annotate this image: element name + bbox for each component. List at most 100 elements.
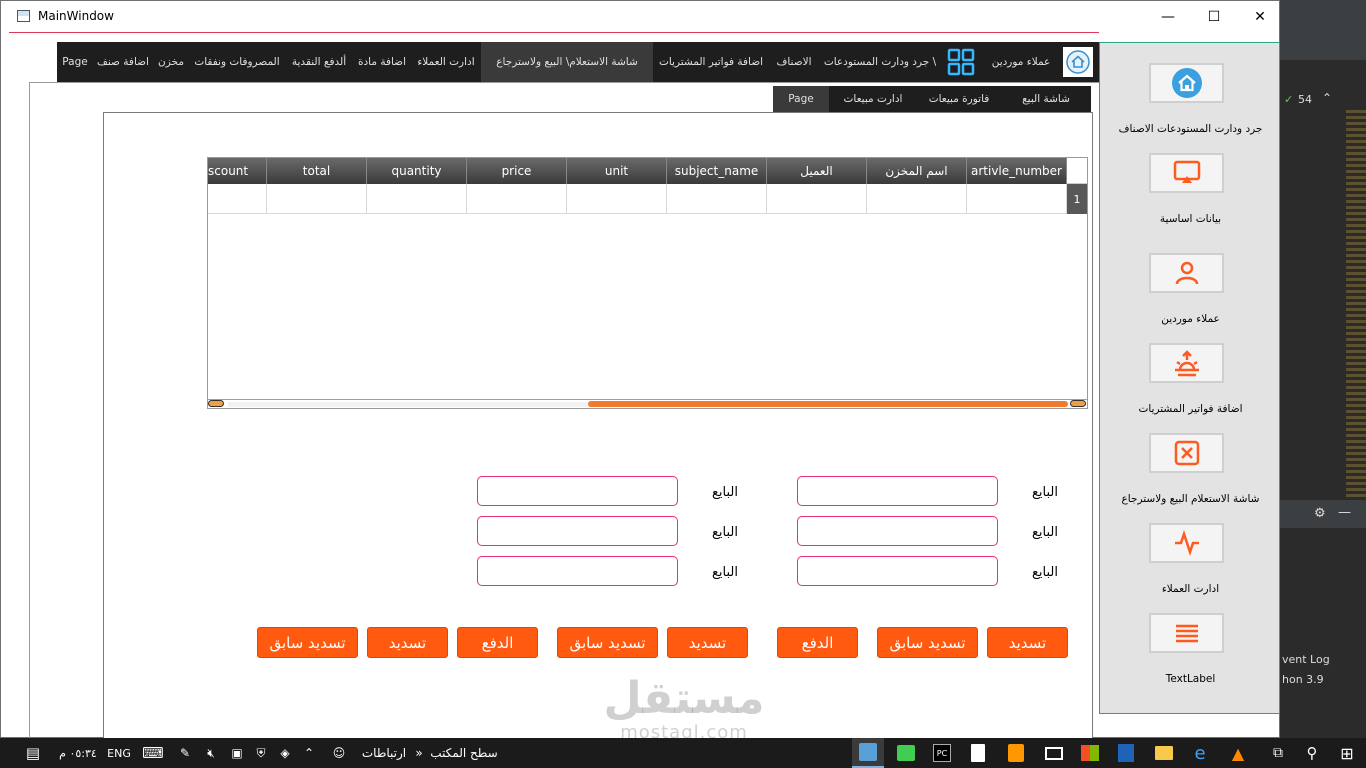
row-header[interactable]: 1: [1067, 184, 1087, 214]
sidebar-button-customer-management[interactable]: [1149, 523, 1224, 563]
tab-customers-suppliers[interactable]: عملاء موردين: [981, 42, 1061, 82]
tab-customer-management[interactable]: ادارت العملاء: [411, 42, 481, 82]
table-cell[interactable]: [667, 184, 767, 214]
start-icon[interactable]: ⊞: [1330, 738, 1364, 768]
tab-purchase-invoices[interactable]: اضافة فواتير المشتريات: [653, 42, 769, 82]
table-cell[interactable]: [967, 184, 1067, 214]
taskbar-app-pycharm[interactable]: PC: [926, 738, 958, 768]
sidebar-button-basic-data[interactable]: [1149, 153, 1224, 193]
ide-event-log[interactable]: vent Log: [1282, 653, 1330, 666]
language-indicator[interactable]: ENG: [104, 738, 134, 768]
payment-button[interactable]: الدفع: [457, 627, 538, 658]
subtab-sales-management[interactable]: ادارت مبيعات: [829, 86, 917, 112]
task-view-icon[interactable]: ⧉: [1262, 738, 1294, 768]
tab-home[interactable]: [1061, 42, 1095, 82]
sidebar-button-inventory[interactable]: [1149, 63, 1224, 103]
sidebar-button-purchase[interactable]: [1149, 343, 1224, 383]
chevron-up-icon[interactable]: ⌃: [298, 738, 320, 768]
table-header[interactable]: price: [467, 158, 567, 184]
tab-categories[interactable]: الاصناف: [769, 42, 819, 82]
seller-input[interactable]: [477, 476, 678, 506]
maximize-button[interactable]: ☐: [1191, 1, 1237, 32]
seller-input[interactable]: [797, 516, 998, 546]
people-icon[interactable]: ☺: [328, 738, 350, 768]
table-corner[interactable]: [1067, 158, 1087, 184]
table-cell[interactable]: [567, 184, 667, 214]
table-cell[interactable]: [867, 184, 967, 214]
subtab-sales-screen[interactable]: شاشة البيع: [1001, 86, 1091, 112]
vlc-icon[interactable]: ▲: [1222, 738, 1254, 768]
sidebar-button-sales[interactable]: [1149, 433, 1224, 473]
pen-icon[interactable]: ✎: [174, 738, 196, 768]
table-cell[interactable]: [208, 184, 267, 214]
tab-warehouse[interactable]: مخزن: [153, 42, 189, 82]
subtab-page[interactable]: Page: [773, 86, 829, 112]
taskbar-app-qt-creator[interactable]: [890, 738, 922, 768]
tab-grid[interactable]: [941, 42, 981, 82]
pay-off-button[interactable]: تسديد: [667, 627, 748, 658]
pay-off-button[interactable]: تسديد: [367, 627, 448, 658]
keyboard-icon[interactable]: ⌨: [140, 738, 166, 768]
chevron-icon[interactable]: »: [412, 738, 426, 768]
search-icon[interactable]: ⚲: [1296, 738, 1328, 768]
scroll-left-button[interactable]: [208, 400, 224, 407]
desktop-toolbar[interactable]: سطح المكتب: [428, 738, 500, 768]
taskbar-app-qt-designer[interactable]: [852, 738, 884, 768]
table-cell[interactable]: [367, 184, 467, 214]
taskbar-app-store[interactable]: [1074, 738, 1106, 768]
seller-input[interactable]: [477, 516, 678, 546]
notification-icon[interactable]: ▤: [22, 738, 44, 768]
tab-page[interactable]: Page: [57, 42, 93, 82]
seller-input[interactable]: [477, 556, 678, 586]
background-ide-window: ✓ 54 ⌃ ⚙ — vent Log hon 3.9: [1280, 0, 1366, 738]
table-cell[interactable]: [467, 184, 567, 214]
subtab-sales-invoice[interactable]: فاتورة مبيعات: [917, 86, 1001, 112]
taskbar-app-mail[interactable]: [1038, 738, 1070, 768]
edge-icon[interactable]: e: [1184, 738, 1216, 768]
ide-python-version[interactable]: hon 3.9: [1282, 673, 1324, 686]
tab-expenses[interactable]: المصروفات ونفقات: [189, 42, 285, 82]
tab-add-material[interactable]: اضافة مادة: [353, 42, 411, 82]
taskbar-app-explorer[interactable]: [1148, 738, 1180, 768]
table-header[interactable]: scount: [208, 158, 267, 184]
seller-input[interactable]: [797, 556, 998, 586]
security-icon[interactable]: ◈: [274, 738, 296, 768]
volume-muted-icon[interactable]: 🔇︎: [200, 738, 222, 768]
table-cell[interactable]: [767, 184, 867, 214]
taskbar-app-sublime[interactable]: [1000, 738, 1032, 768]
table-header[interactable]: العميل: [767, 158, 867, 184]
horizontal-scrollbar[interactable]: [208, 399, 1087, 408]
taskbar-app-editor[interactable]: [962, 738, 994, 768]
network-icon[interactable]: ▣: [226, 738, 248, 768]
previous-pay-off-button[interactable]: تسديد سابق: [257, 627, 358, 658]
sidebar-button-customers[interactable]: [1149, 253, 1224, 293]
tab-sales-inquiry[interactable]: شاشة الاستعلام\ البيع ولاسترجاع: [481, 42, 653, 82]
table-header[interactable]: artivle_number: [967, 158, 1067, 184]
tab-add-item[interactable]: اضافة صنف: [93, 42, 153, 82]
scroll-thumb[interactable]: [588, 401, 1068, 407]
taskbar-app-pdf[interactable]: [1110, 738, 1142, 768]
scroll-right-button[interactable]: [1070, 400, 1086, 407]
table-header[interactable]: اسم المخزن: [867, 158, 967, 184]
tab-cash-payment[interactable]: ألدفع النقدية: [285, 42, 353, 82]
tab-inventory[interactable]: جرد ودارت المستودعات \: [819, 42, 941, 82]
table-header[interactable]: subject_name: [667, 158, 767, 184]
table-header[interactable]: total: [267, 158, 367, 184]
minimize-button[interactable]: —: [1145, 1, 1191, 32]
pay-off-button[interactable]: تسديد: [987, 627, 1068, 658]
seller-input[interactable]: [797, 476, 998, 506]
previous-pay-off-button[interactable]: تسديد سابق: [557, 627, 658, 658]
payment-button[interactable]: الدفع: [777, 627, 858, 658]
taskbar-clock[interactable]: ٠٥:٣٤ م: [52, 738, 104, 768]
ide-minimize-icon[interactable]: —: [1338, 505, 1351, 520]
previous-pay-off-button[interactable]: تسديد سابق: [877, 627, 978, 658]
ide-chevron-icon[interactable]: ⌃: [1322, 91, 1332, 105]
sidebar-button-menu[interactable]: [1149, 613, 1224, 653]
ide-gear-icon[interactable]: ⚙: [1314, 506, 1326, 521]
table-header[interactable]: unit: [567, 158, 667, 184]
table-cell[interactable]: [267, 184, 367, 214]
defender-icon[interactable]: ⛨: [250, 738, 272, 768]
links-toolbar[interactable]: ارتباطات: [356, 738, 412, 768]
table-header[interactable]: quantity: [367, 158, 467, 184]
close-button[interactable]: ✕: [1237, 1, 1283, 32]
